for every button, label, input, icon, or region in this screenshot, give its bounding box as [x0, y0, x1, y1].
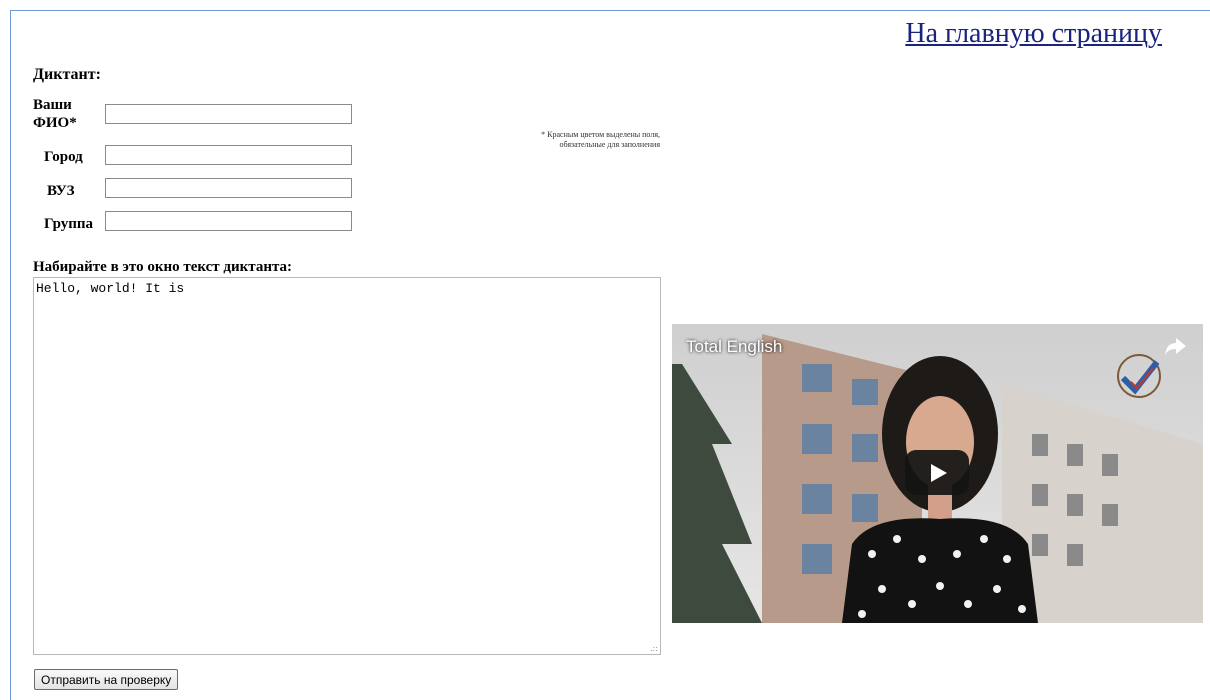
- play-icon[interactable]: [905, 450, 969, 495]
- home-link[interactable]: На главную страницу: [905, 18, 1162, 50]
- fio-input[interactable]: [105, 104, 352, 124]
- form-title: Диктант:: [33, 66, 101, 83]
- share-icon[interactable]: [1163, 336, 1187, 358]
- fio-label: Ваши ФИО*: [33, 97, 77, 131]
- city-label: Город: [44, 149, 83, 165]
- group-input[interactable]: [105, 211, 352, 231]
- dictation-textarea[interactable]: Hello, world! It is: [33, 277, 661, 655]
- dictation-label: Набирайте в это окно текст диктанта:: [33, 259, 661, 278]
- university-input[interactable]: [105, 178, 352, 198]
- video-title[interactable]: Total English: [686, 337, 782, 357]
- city-input[interactable]: [105, 145, 352, 165]
- group-label: Группа: [44, 216, 94, 232]
- submit-button[interactable]: Отправить на проверку: [34, 669, 179, 690]
- video-player[interactable]: Total English: [672, 324, 1203, 623]
- required-fields-note: * Красным цветом выделены поля, обязател…: [541, 130, 660, 149]
- university-label: ВУЗ: [47, 183, 75, 199]
- resize-grip-icon[interactable]: .::: [650, 644, 658, 653]
- channel-logo-icon[interactable]: [1111, 352, 1167, 400]
